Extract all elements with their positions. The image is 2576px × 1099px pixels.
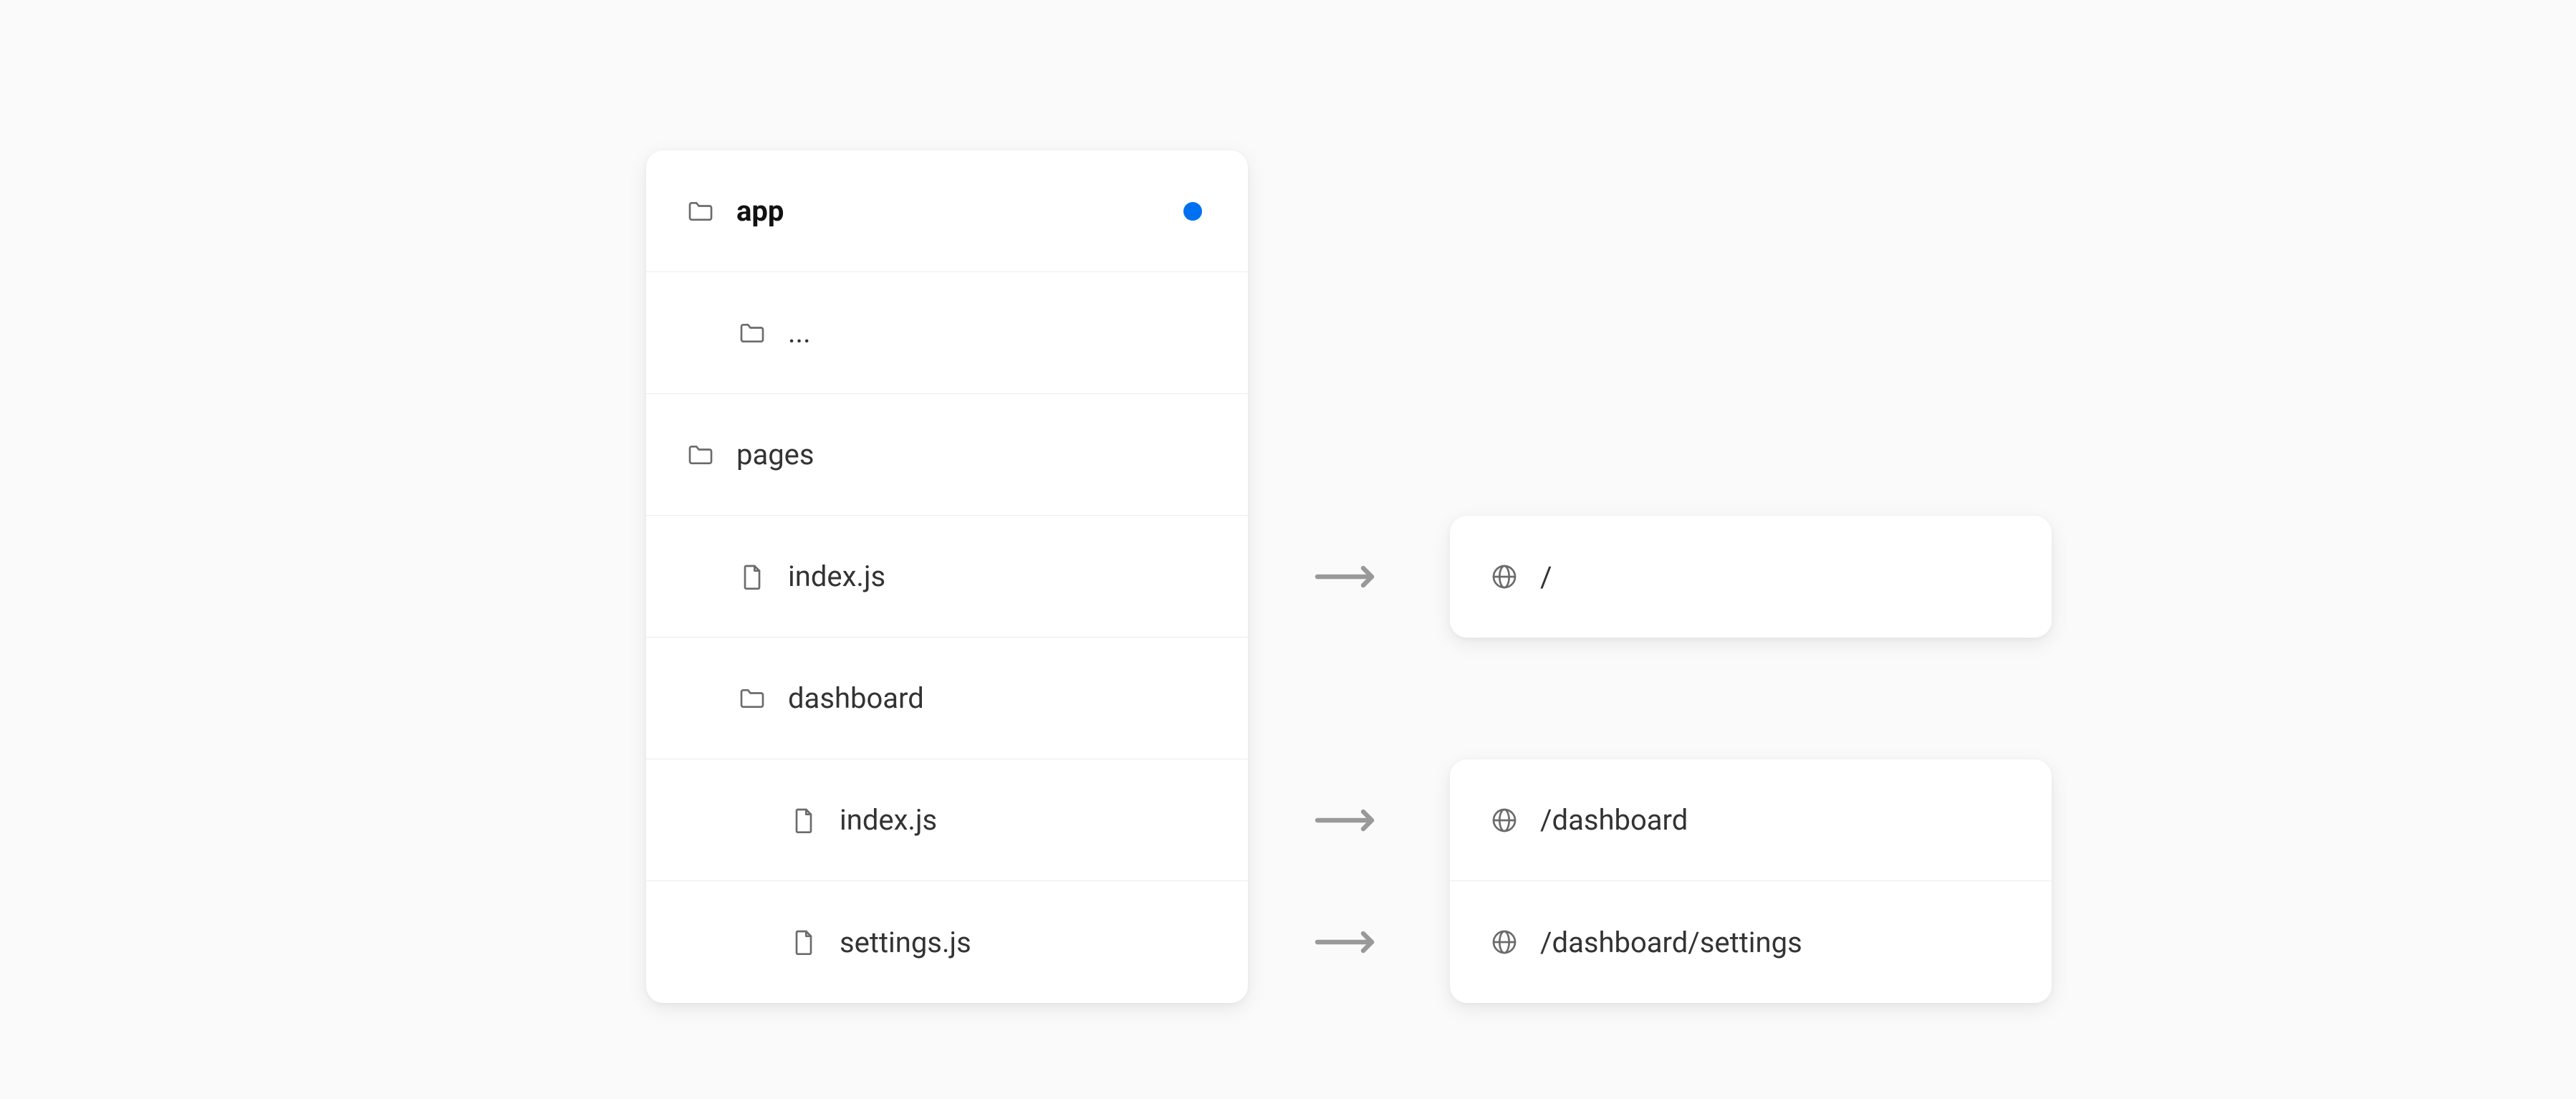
route-path: /dashboard: [1540, 803, 1688, 837]
route-card-dashboard: /dashboard /dashboard/settings: [1450, 759, 2052, 1003]
tree-label: index.js: [840, 803, 1208, 837]
route-path: /: [1540, 560, 1552, 594]
tree-row-index: index.js: [646, 516, 1248, 638]
globe-icon: [1490, 806, 1519, 835]
file-tree-card: app ... pages index.js dashboard: [646, 150, 1248, 1003]
arrow-icon: [1309, 809, 1388, 832]
folder-icon: [686, 197, 715, 226]
tree-row-dashboard: dashboard: [646, 638, 1248, 759]
folder-icon: [686, 441, 715, 469]
folder-icon: [738, 684, 766, 713]
globe-icon: [1490, 928, 1519, 956]
tree-label: pages: [736, 438, 1208, 471]
route-row: /: [1450, 516, 2052, 638]
tree-row-ellipsis: ...: [646, 272, 1248, 394]
route-row: /dashboard/settings: [1450, 881, 2052, 1003]
tree-row-dashboard-index: index.js: [646, 759, 1248, 881]
file-icon: [789, 928, 818, 956]
arrow-icon: [1309, 931, 1388, 954]
status-dot: [1183, 202, 1202, 221]
tree-label: index.js: [788, 560, 1208, 593]
route-row: /dashboard: [1450, 759, 2052, 881]
diagram-canvas: app ... pages index.js dashboard: [0, 0, 2576, 1099]
tree-label: settings.js: [840, 926, 1208, 959]
tree-row-pages: pages: [646, 394, 1248, 516]
tree-row-settings: settings.js: [646, 881, 1248, 1003]
arrow-icon: [1309, 565, 1388, 588]
file-icon: [738, 562, 766, 591]
route-path: /dashboard/settings: [1540, 926, 1802, 959]
route-card-root: /: [1450, 516, 2052, 638]
globe-icon: [1490, 562, 1519, 591]
folder-icon: [738, 319, 766, 347]
tree-label: ...: [788, 316, 1208, 350]
tree-label: dashboard: [788, 681, 1208, 715]
file-icon: [789, 806, 818, 835]
tree-label: app: [736, 194, 1162, 228]
tree-row-app: app: [646, 150, 1248, 272]
